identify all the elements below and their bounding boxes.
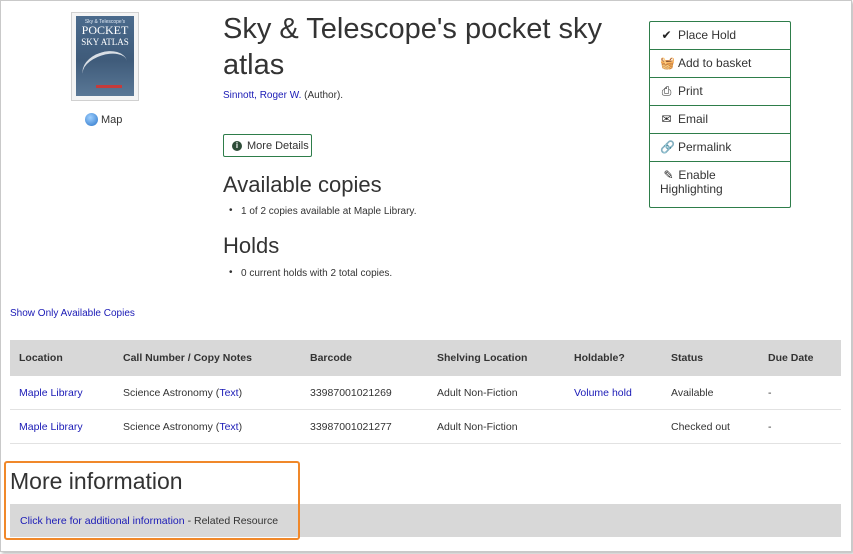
text-link[interactable]: Text xyxy=(219,421,238,433)
enable-highlighting-button[interactable]: ✎ Enable Highlighting xyxy=(649,161,791,208)
highlight-annotation-box xyxy=(4,461,300,540)
link-icon: 🔗 xyxy=(660,140,675,154)
available-copies-summary: 1 of 2 copies available at Maple Library… xyxy=(229,205,417,217)
author-role: (Author). xyxy=(304,90,344,101)
copies-table: Location Call Number / Copy Notes Barcod… xyxy=(10,340,841,444)
due-date-cell: - xyxy=(759,376,841,410)
permalink-label: Permalink xyxy=(678,140,732,154)
table-row: Maple Library Science Astronomy (Text) 3… xyxy=(10,376,841,410)
holds-heading: Holds xyxy=(223,233,280,258)
author-line: Sinnott, Roger W. (Author). xyxy=(223,90,343,101)
call-number-text: Science Astronomy xyxy=(123,386,213,399)
show-only-available-copies-link[interactable]: Show Only Available Copies xyxy=(10,308,135,319)
email-button[interactable]: ✉ Email xyxy=(649,105,791,134)
enable-highlighting-label-line1: Enable xyxy=(678,168,716,182)
column-header-location[interactable]: Location xyxy=(10,340,114,376)
column-header-barcode[interactable]: Barcode xyxy=(301,340,428,376)
cover-art: Sky & Telescope's POCKET SKY ATLAS xyxy=(76,16,134,96)
permalink-button[interactable]: 🔗 Permalink xyxy=(649,133,791,162)
location-link[interactable]: Maple Library xyxy=(19,387,83,399)
table-header-row: Location Call Number / Copy Notes Barcod… xyxy=(10,340,841,376)
more-details-button[interactable]: i More Details xyxy=(223,134,312,157)
due-date-cell: - xyxy=(759,409,841,444)
map-label: Map xyxy=(101,113,123,126)
available-copies-heading: Available copies xyxy=(223,172,382,197)
map-link[interactable]: Map xyxy=(85,113,122,126)
table-row: Maple Library Science Astronomy (Text) 3… xyxy=(10,409,841,444)
info-icon: i xyxy=(232,140,242,151)
status-cell: Checked out xyxy=(662,409,759,444)
record-title: Sky & Telescope's pocket sky atlas xyxy=(223,13,602,81)
shelving-location-cell: Adult Non-Fiction xyxy=(428,409,565,444)
text-link[interactable]: Text xyxy=(219,387,238,399)
call-number-cell: Science Astronomy (Text) xyxy=(114,376,301,410)
email-label: Email xyxy=(678,112,709,126)
record-detail-page: Sky & Telescope's POCKET SKY ATLAS Map S… xyxy=(0,0,852,552)
column-header-holdable[interactable]: Holdable? xyxy=(565,340,662,376)
column-header-due-date[interactable]: Due Date xyxy=(759,340,841,376)
cover-swoosh-graphic xyxy=(78,45,132,90)
highlighter-icon: ✎ xyxy=(663,168,674,182)
status-cell: Available xyxy=(662,376,759,410)
place-hold-label: Place Hold xyxy=(678,28,737,42)
holds-summary: 0 current holds with 2 total copies. xyxy=(229,267,392,279)
add-to-basket-button[interactable]: 🧺 Add to basket xyxy=(649,49,791,78)
add-to-basket-label: Add to basket xyxy=(678,56,752,70)
author-link[interactable]: Sinnott, Roger W. xyxy=(223,90,301,101)
holdable-cell xyxy=(565,409,662,444)
globe-icon xyxy=(85,113,98,126)
cover-title-line2: SKY ATLAS xyxy=(81,37,129,47)
call-number-text: Science Astronomy xyxy=(123,420,213,433)
book-cover-image[interactable]: Sky & Telescope's POCKET SKY ATLAS xyxy=(71,12,139,101)
column-header-shelving-location[interactable]: Shelving Location xyxy=(428,340,565,376)
basket-icon: 🧺 xyxy=(660,56,675,70)
record-actions-panel: ✔ Place Hold 🧺 Add to basket ⎙ Print ✉ E… xyxy=(649,21,791,208)
location-link[interactable]: Maple Library xyxy=(19,421,83,433)
shelving-location-cell: Adult Non-Fiction xyxy=(428,376,565,410)
more-details-label: More Details xyxy=(247,139,309,152)
volume-hold-link[interactable]: Volume hold xyxy=(574,387,632,399)
barcode-cell: 33987001021277 xyxy=(301,409,428,444)
column-header-status[interactable]: Status xyxy=(662,340,759,376)
print-label: Print xyxy=(678,84,703,98)
check-icon: ✔ xyxy=(661,28,672,42)
barcode-cell: 33987001021269 xyxy=(301,376,428,410)
print-button[interactable]: ⎙ Print xyxy=(649,77,791,106)
email-icon: ✉ xyxy=(661,112,672,126)
call-number-cell: Science Astronomy (Text) xyxy=(114,409,301,444)
column-header-call-number[interactable]: Call Number / Copy Notes xyxy=(114,340,301,376)
print-icon: ⎙ xyxy=(661,84,672,98)
place-hold-button[interactable]: ✔ Place Hold xyxy=(649,21,791,50)
enable-highlighting-label-line2: Highlighting xyxy=(660,182,723,196)
cover-band-graphic xyxy=(96,85,122,88)
cover-title-line1: POCKET xyxy=(81,23,129,37)
